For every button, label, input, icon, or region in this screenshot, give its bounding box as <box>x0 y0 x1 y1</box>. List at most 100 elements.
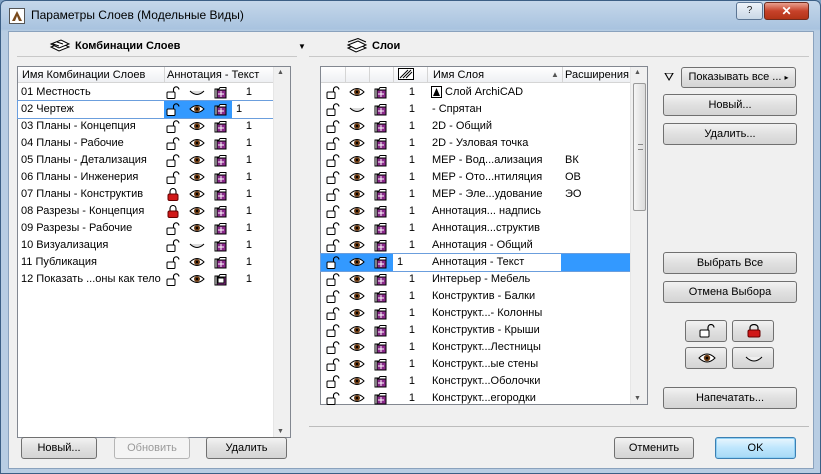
table-row[interactable]: 1 Конструктив - Крыши <box>321 322 630 339</box>
column-separator[interactable] <box>427 67 428 83</box>
table-row[interactable]: 1 2D - Общий <box>321 118 630 135</box>
eye-open-icon[interactable] <box>349 86 365 99</box>
print-button[interactable]: Напечатать... <box>663 387 797 409</box>
folder-icon[interactable] <box>374 137 388 150</box>
lock-open-icon[interactable] <box>326 256 340 269</box>
lock-open-icon[interactable] <box>326 341 340 354</box>
table-row[interactable]: 1 Конструктив - Балки <box>321 288 630 305</box>
ok-button[interactable]: OK <box>715 437 796 459</box>
eye-open-icon[interactable] <box>349 324 365 337</box>
eye-open-icon[interactable] <box>349 171 365 184</box>
eye-open-icon[interactable] <box>189 188 205 201</box>
eye-open-icon[interactable] <box>349 307 365 320</box>
layers-list[interactable]: Имя Слоя ▲ Расширения 1 Слой ArchiCAD 1 - С… <box>320 66 648 405</box>
lock-open-icon[interactable] <box>166 137 180 150</box>
folder-icon[interactable] <box>214 222 228 235</box>
lock-closed-icon[interactable] <box>166 188 180 201</box>
eye-open-icon[interactable] <box>189 103 205 116</box>
folder-icon[interactable] <box>374 307 388 320</box>
eye-open-icon[interactable] <box>349 290 365 303</box>
eye-open-icon[interactable] <box>189 273 205 286</box>
folder-icon[interactable] <box>374 188 388 201</box>
select-all-button[interactable]: Выбрать Все <box>663 252 797 274</box>
table-row[interactable]: 1 Конструкт...Оболочки <box>321 373 630 390</box>
table-row[interactable]: 11 Публикация 1 <box>18 254 273 271</box>
table-row[interactable]: 04 Планы - Рабочие 1 <box>18 135 273 152</box>
folder-icon[interactable] <box>214 188 228 201</box>
column-separator[interactable] <box>164 67 165 83</box>
table-row[interactable]: 09 Разрезы - Рабочие 1 <box>18 220 273 237</box>
lock-open-icon[interactable] <box>166 86 180 99</box>
folder-icon[interactable] <box>214 239 228 252</box>
update-combination-button[interactable]: Обновить <box>114 437 190 459</box>
eye-open-icon[interactable] <box>189 256 205 269</box>
table-row[interactable]: 1 Аннотация - Общий <box>321 237 630 254</box>
new-combination-button[interactable]: Новый... <box>21 437 97 459</box>
table-row[interactable]: 1 Слой ArchiCAD <box>321 84 630 101</box>
cancel-button[interactable]: Отменить <box>614 437 694 459</box>
show-all-dropdown[interactable]: Показывать все ... ▸ <box>681 67 796 88</box>
folder-icon[interactable] <box>214 86 228 99</box>
lock-open-icon[interactable] <box>166 120 180 133</box>
table-row[interactable]: 03 Планы - Концепция 1 <box>18 118 273 135</box>
table-row[interactable]: 1 Аннотация... надпись <box>321 203 630 220</box>
folder-icon[interactable] <box>374 86 388 99</box>
table-row[interactable]: 1 Конструкт...егородки <box>321 390 630 407</box>
deselect-button[interactable]: Отмена Выбора <box>663 281 797 303</box>
lock-open-icon[interactable] <box>326 137 340 150</box>
lock-open-icon[interactable] <box>166 103 180 116</box>
column-separator[interactable] <box>345 67 346 83</box>
eye-open-icon[interactable] <box>349 392 365 405</box>
table-row[interactable]: 05 Планы - Детализация 1 <box>18 152 273 169</box>
table-row[interactable]: 10 Визуализация 1 <box>18 237 273 254</box>
eye-open-icon[interactable] <box>349 358 365 371</box>
eye-open-icon[interactable] <box>349 205 365 218</box>
lock-open-icon[interactable] <box>326 103 340 116</box>
delete-combination-button[interactable]: Удалить <box>206 437 287 459</box>
help-button[interactable]: ? <box>736 2 763 20</box>
scroll-down-icon[interactable]: ▼ <box>634 395 641 402</box>
lock-open-icon[interactable] <box>326 307 340 320</box>
folder-icon[interactable] <box>374 290 388 303</box>
folder-icon[interactable] <box>214 137 228 150</box>
column-separator[interactable] <box>393 67 394 83</box>
left-list-scrollbar[interactable]: ▲ ▼ <box>273 67 290 437</box>
lock-open-icon[interactable] <box>326 273 340 286</box>
unlock-layers-button[interactable] <box>685 320 727 342</box>
table-row[interactable]: 1 2D - Узловая точка <box>321 135 630 152</box>
lock-open-icon[interactable] <box>326 222 340 235</box>
folder-icon[interactable] <box>374 171 388 184</box>
table-row[interactable]: 1 MEP - Вод...ализация ВК <box>321 152 630 169</box>
folder-icon[interactable] <box>374 256 388 269</box>
panel-split-arrow-icon[interactable]: ▼ <box>298 42 306 51</box>
column-header-annotation-text[interactable]: Аннотация - Текст <box>167 69 259 81</box>
column-header-extensions[interactable]: Расширения <box>565 69 629 81</box>
lock-open-icon[interactable] <box>166 273 180 286</box>
table-row[interactable]: 07 Планы - Конструктив 1 <box>18 186 273 203</box>
folder-icon[interactable] <box>214 171 228 184</box>
lock-open-icon[interactable] <box>166 171 180 184</box>
folder-icon[interactable] <box>374 341 388 354</box>
folder-icon[interactable] <box>214 120 228 133</box>
show-layers-button[interactable] <box>685 347 727 369</box>
eye-open-icon[interactable] <box>349 341 365 354</box>
folder-icon[interactable] <box>374 324 388 337</box>
lock-open-icon[interactable] <box>326 205 340 218</box>
lock-open-icon[interactable] <box>326 154 340 167</box>
folder-icon[interactable] <box>374 358 388 371</box>
eye-open-icon[interactable] <box>189 137 205 150</box>
folder-icon[interactable] <box>374 392 388 405</box>
lock-open-icon[interactable] <box>326 239 340 252</box>
scroll-up-icon[interactable]: ▲ <box>634 69 641 76</box>
table-row[interactable]: 01 Местность 1 <box>18 84 273 101</box>
table-row[interactable]: 1 Конструкт...Лестницы <box>321 339 630 356</box>
lock-open-icon[interactable] <box>326 358 340 371</box>
folder-icon[interactable] <box>214 205 228 218</box>
eye-closed-icon[interactable] <box>349 103 365 116</box>
lock-closed-icon[interactable] <box>166 205 180 218</box>
table-row[interactable]: 08 Разрезы - Концепция 1 <box>18 203 273 220</box>
folder-icon[interactable] <box>214 103 228 116</box>
table-row[interactable]: 1 Аннотация...структив <box>321 220 630 237</box>
lock-open-icon[interactable] <box>326 120 340 133</box>
eye-open-icon[interactable] <box>349 273 365 286</box>
